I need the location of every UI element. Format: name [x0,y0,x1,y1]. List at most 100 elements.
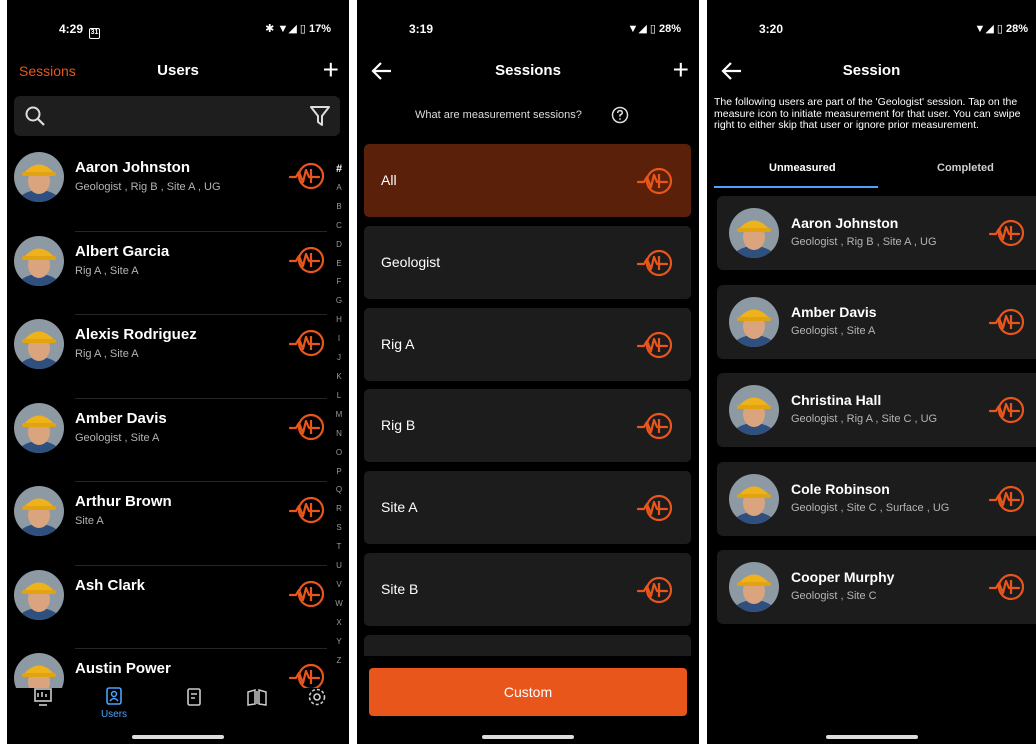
page-title: Session [842,62,901,79]
alphabet-letter[interactable]: Q [333,481,345,500]
user-name: Arthur Brown [75,493,172,510]
alphabet-letter[interactable]: C [333,217,345,236]
alphabet-letter[interactable]: F [333,273,345,292]
alphabet-letter[interactable]: B [333,198,345,217]
alphabet-index[interactable]: # A B C D E F G H I J K L M N O P Q R S T U V W X Y Z [333,160,345,670]
member-tags: Geologist , Site A [791,324,876,337]
alphabet-letter[interactable]: O [333,444,345,463]
alphabet-letter[interactable]: G [333,292,345,311]
measure-icon[interactable] [989,484,1025,514]
alphabet-letter[interactable]: J [333,349,345,368]
member-card[interactable]: Aaron Johnston Geologist , Rig B , Site A… [717,196,1036,270]
nav-users[interactable]: Users [94,686,134,720]
nav-dashboard[interactable] [23,686,63,713]
user-row[interactable]: Alexis Rodriguez Rig A , Site A [7,315,327,399]
user-name: Austin Power [75,660,171,677]
measure-icon[interactable] [637,248,673,278]
measure-icon[interactable] [637,575,673,605]
measure-icon[interactable] [289,495,325,525]
measure-icon[interactable] [989,307,1025,337]
measure-icon[interactable] [289,161,325,191]
alphabet-letter[interactable]: Z [333,652,345,671]
session-card[interactable]: Rig A [364,307,691,381]
user-tags: Site A [75,515,104,527]
alphabet-letter[interactable]: W [333,595,345,614]
alphabet-letter[interactable]: D [333,236,345,255]
measure-icon[interactable] [989,572,1025,602]
measure-icon[interactable] [637,493,673,523]
status-time: 4:29 31 [59,22,101,39]
alphabet-letter[interactable]: Y [333,633,345,652]
member-card[interactable]: Cole Robinson Geologist , Site C , Surfac… [717,461,1036,536]
gear-icon [308,688,326,706]
alphabet-letter[interactable]: # [333,160,345,179]
status-icons: ▼◢ ▯ 28% [974,23,1028,35]
session-description: The following users are part of the 'Geo… [714,96,1021,131]
alphabet-letter[interactable]: N [333,425,345,444]
alphabet-letter[interactable]: H [333,311,345,330]
alphabet-letter[interactable]: V [333,576,345,595]
status-icons: ▼◢ ▯ 28% [627,23,681,35]
measure-icon[interactable] [289,328,325,358]
help-circle-icon[interactable] [611,106,629,124]
nav-settings[interactable] [297,686,337,713]
session-card[interactable]: Site A [364,471,691,545]
alphabet-letter[interactable]: I [333,330,345,349]
user-row[interactable]: Albert Garcia Rig A , Site A [7,232,327,315]
measure-icon[interactable] [989,395,1025,425]
alphabet-letter[interactable]: P [333,463,345,482]
session-label: Site A [381,499,418,516]
nav-reports[interactable] [174,686,214,713]
measure-icon[interactable] [289,662,325,688]
alphabet-letter[interactable]: E [333,255,345,274]
filter-icon[interactable] [310,105,330,127]
member-card[interactable]: Cooper Murphy Geologist , Site C [717,550,1036,624]
user-row[interactable]: Ash Clark [7,566,327,649]
tab-completed[interactable]: Completed [937,162,994,174]
search-input[interactable] [14,96,340,136]
session-card[interactable]: Rig B [364,389,691,463]
member-card[interactable]: Christina Hall Geologist , Rig A , Site C… [717,373,1036,447]
member-name: Cole Robinson [791,480,890,497]
user-row[interactable]: Arthur Brown Site A [7,482,327,566]
user-tags: Geologist , Rig B , Site A , UG [75,181,221,193]
add-session-button[interactable]: + [673,54,689,86]
user-row[interactable]: Amber Davis Geologist , Site A [7,399,327,482]
avatar [14,653,64,688]
measure-icon[interactable] [637,330,673,360]
session-label: All [381,172,397,188]
member-list: Aaron Johnston Geologist , Rig B , Site A… [717,196,1036,639]
member-tags: Geologist , Site C , Surface , UG [791,501,950,514]
session-card[interactable]: Site B [364,552,691,626]
measure-icon[interactable] [289,412,325,442]
session-label: Rig A [381,335,415,352]
user-name: Alexis Rodriguez [75,326,197,343]
alphabet-letter[interactable]: K [333,368,345,387]
add-user-button[interactable]: + [323,54,339,86]
alphabet-letter[interactable]: M [333,406,345,425]
measure-icon[interactable] [637,411,673,441]
alphabet-letter[interactable]: S [333,519,345,538]
avatar [729,562,779,612]
measure-icon[interactable] [289,245,325,275]
measure-icon[interactable] [637,166,673,196]
tab-unmeasured[interactable]: Unmeasured [769,162,836,174]
member-card[interactable]: Amber Davis Geologist , Site A [717,284,1036,359]
page-title: Sessions [495,62,561,79]
session-card[interactable]: Geologist [364,225,691,299]
user-row[interactable]: Aaron Johnston Geologist , Rig B , Site A… [7,148,327,232]
alphabet-letter[interactable]: R [333,500,345,519]
user-name: Aaron Johnston [75,159,190,176]
session-card[interactable] [364,634,691,656]
alphabet-letter[interactable]: U [333,557,345,576]
custom-session-button[interactable]: Custom [369,668,687,716]
alphabet-letter[interactable]: T [333,538,345,557]
measure-icon[interactable] [989,218,1025,248]
user-row[interactable]: Austin Power [7,649,327,688]
session-card[interactable]: All [364,144,691,217]
nav-guide[interactable] [237,686,277,713]
alphabet-letter[interactable]: X [333,614,345,633]
measure-icon[interactable] [289,579,325,609]
alphabet-letter[interactable]: L [333,387,345,406]
alphabet-letter[interactable]: A [333,179,345,198]
